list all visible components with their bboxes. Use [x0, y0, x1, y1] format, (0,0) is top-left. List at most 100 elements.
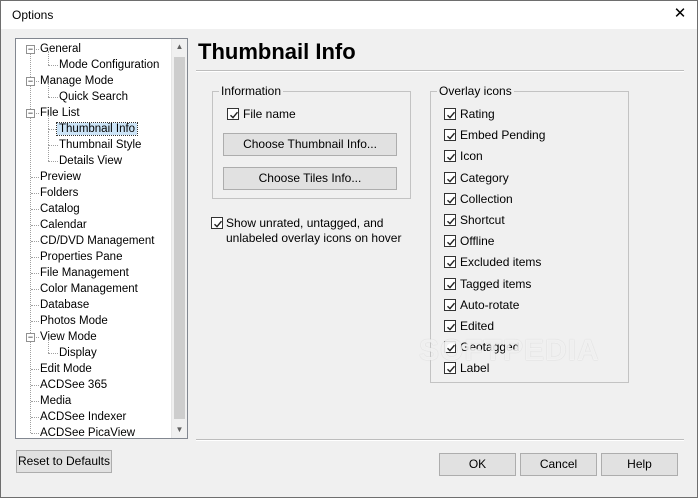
overlay-checkbox-label: Auto-rotate	[460, 298, 520, 312]
tree-connector	[48, 65, 58, 66]
overlay-checkbox-label: Icon	[460, 149, 483, 163]
tree-item-label: Thumbnail Style	[59, 139, 142, 151]
show-unrated-checkbox[interactable]	[211, 215, 227, 231]
checkbox-icon	[444, 150, 456, 162]
tree-item-preview[interactable]: Preview	[40, 169, 81, 185]
overlay-checkbox-rating[interactable]: Rating	[444, 106, 495, 122]
tree-item-catalog[interactable]: Catalog	[40, 201, 80, 217]
overlay-checkbox-embed-pending[interactable]: Embed Pending	[444, 127, 545, 143]
collapse-icon[interactable]: −	[26, 45, 35, 54]
scroll-thumb[interactable]	[174, 57, 185, 419]
tree-connector	[31, 241, 39, 242]
tree-item-quick-search[interactable]: Quick Search	[59, 89, 128, 105]
collapse-icon[interactable]: −	[26, 77, 35, 86]
overlay-checkbox-edited[interactable]: Edited	[444, 318, 494, 334]
scroll-down-icon[interactable]: ▼	[175, 426, 184, 434]
overlay-checkbox-label: Embed Pending	[460, 128, 546, 142]
tree-item-photos-mode[interactable]: Photos Mode	[40, 313, 108, 329]
tree-connector	[48, 339, 49, 353]
tree-item-label: Thumbnail Info	[55, 122, 139, 136]
tree-item-calendar[interactable]: Calendar	[40, 217, 87, 233]
help-button[interactable]: Help	[601, 453, 678, 476]
tree-item-acdsee-picaview[interactable]: ACDSee PicaView	[40, 425, 136, 439]
tree-connector	[31, 321, 39, 322]
checkbox-icon	[444, 299, 456, 311]
tree-item-mode-configuration[interactable]: Mode Configuration	[59, 57, 159, 73]
tree-connector	[31, 289, 39, 290]
file-name-checkbox[interactable]: File name	[227, 106, 296, 122]
checkbox-icon	[444, 193, 456, 205]
ok-button[interactable]: OK	[439, 453, 516, 476]
tree-item-label: ACDSee PicaView	[40, 427, 136, 439]
overlay-checkbox-collection[interactable]: Collection	[444, 191, 513, 207]
choose-thumbnail-info-button[interactable]: Choose Thumbnail Info...	[223, 133, 397, 156]
choose-tiles-info-button[interactable]: Choose Tiles Info...	[223, 167, 397, 190]
tree-item-label: Media	[40, 395, 72, 407]
tree-item-display[interactable]: Display	[59, 345, 97, 361]
tree-connector	[31, 177, 39, 178]
tree-item-label: Color Management	[40, 283, 138, 295]
page-title: Thumbnail Info	[198, 39, 356, 64]
checkbox-icon	[444, 278, 456, 290]
overlay-checkbox-category[interactable]: Category	[444, 170, 509, 186]
scroll-up-icon[interactable]: ▲	[175, 43, 184, 51]
tree-item-label: ACDSee 365	[40, 379, 108, 391]
tree-item-properties-pane[interactable]: Properties Pane	[40, 249, 122, 265]
tree-scrollbar[interactable]: ▲ ▼	[171, 39, 187, 438]
tree-item-cd-dvd-management[interactable]: CD/DVD Management	[40, 233, 154, 249]
file-name-label: File name	[243, 107, 296, 121]
overlay-checkbox-label: Category	[460, 171, 509, 185]
tree-item-acdsee-indexer[interactable]: ACDSee Indexer	[40, 409, 126, 425]
tree-item-label: ACDSee Indexer	[40, 411, 127, 423]
tree-item-thumbnail-style[interactable]: Thumbnail Style	[59, 137, 141, 153]
collapse-icon[interactable]: −	[26, 333, 35, 342]
tree-connector	[31, 433, 39, 434]
tree-item-label: Properties Pane	[40, 251, 123, 263]
overlay-checkbox-tagged-items[interactable]: Tagged items	[444, 276, 531, 292]
tree-item-label: Photos Mode	[40, 315, 108, 327]
tree-connector	[31, 369, 39, 370]
close-icon[interactable]: ✕	[673, 6, 687, 22]
tree-connector	[48, 353, 58, 354]
tree-item-manage-mode[interactable]: Manage Mode	[40, 73, 114, 89]
tree-item-folders[interactable]: Folders	[40, 185, 78, 201]
footer-divider	[196, 439, 684, 441]
tree-item-label: Preview	[40, 171, 81, 183]
overlay-checkbox-auto-rotate[interactable]: Auto-rotate	[444, 297, 519, 313]
tree-connector	[48, 131, 49, 145]
tree-item-label: Catalog	[40, 203, 80, 215]
tree-item-file-list[interactable]: File List	[40, 105, 80, 121]
checkbox-icon	[444, 320, 456, 332]
tree-connector	[48, 97, 58, 98]
tree-item-database[interactable]: Database	[40, 297, 89, 313]
tree-item-edit-mode[interactable]: Edit Mode	[40, 361, 92, 377]
overlay-checkbox-icon[interactable]: Icon	[444, 148, 483, 164]
overlay-checkbox-excluded-items[interactable]: Excluded items	[444, 254, 541, 270]
overlay-checkbox-label: Offline	[460, 234, 495, 248]
overlay-checkbox-label: Collection	[460, 192, 513, 206]
overlay-checkbox-shortcut[interactable]: Shortcut	[444, 212, 505, 228]
tree-item-label: Calendar	[40, 219, 87, 231]
overlay-checkbox-label: Excluded items	[460, 255, 542, 269]
tree-item-general[interactable]: General	[40, 41, 81, 57]
options-tree[interactable]: ▲ ▼ − General Mode Configuration − Manage Mo…	[15, 38, 188, 439]
tree-item-label: Mode Configuration	[59, 59, 160, 71]
tree-connector	[48, 83, 49, 97]
checkbox-icon	[444, 172, 456, 184]
collapse-icon[interactable]: −	[26, 109, 35, 118]
tree-item-color-management[interactable]: Color Management	[40, 281, 138, 297]
tree-item-label: Database	[40, 299, 90, 311]
title-bar: Options ✕	[1, 1, 697, 29]
tree-connector	[31, 257, 39, 258]
tree-connector	[48, 115, 49, 129]
tree-item-details-view[interactable]: Details View	[59, 153, 122, 169]
reset-to-defaults-button[interactable]: Reset to Defaults	[16, 450, 112, 473]
overlay-checkbox-offline[interactable]: Offline	[444, 233, 494, 249]
cancel-button[interactable]: Cancel	[520, 453, 597, 476]
tree-item-thumbnail-info[interactable]: Thumbnail Info	[55, 121, 139, 137]
overlay-icons-group-title: Overlay icons	[437, 84, 514, 98]
tree-item-media[interactable]: Media	[40, 393, 71, 409]
checkbox-icon	[444, 235, 456, 247]
tree-item-acdsee-365[interactable]: ACDSee 365	[40, 377, 107, 393]
tree-item-file-management[interactable]: File Management	[40, 265, 129, 281]
